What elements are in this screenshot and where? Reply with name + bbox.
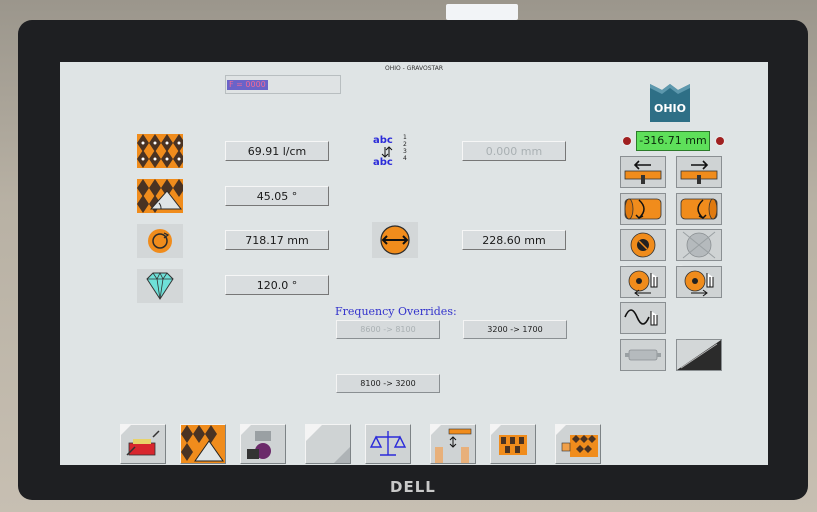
tool-kit-icon[interactable]: [120, 424, 166, 464]
width-field[interactable]: 228.60 mm: [462, 230, 566, 250]
status-indicator-right: [716, 137, 724, 145]
monitor-brand: DELL: [390, 478, 436, 496]
frequency-overrides-label: Frequency Overrides:: [335, 305, 457, 318]
screen-angle-field[interactable]: 45.05 °: [225, 186, 329, 206]
ohio-logo: OHIO: [646, 80, 694, 126]
cells-pattern-icon[interactable]: [490, 424, 536, 464]
svg-text:OHIO: OHIO: [654, 102, 686, 115]
rotate-cylinder-right-icon[interactable]: [676, 193, 722, 225]
pattern-icon[interactable]: [137, 134, 183, 168]
ceiling-lamp: [446, 4, 518, 20]
stylus-ink-icon[interactable]: [240, 424, 286, 464]
freq-override-8100-button[interactable]: 8100 -> 3200: [336, 374, 440, 393]
cylinder-hand-left-icon[interactable]: [620, 266, 666, 298]
angle-pattern-icon[interactable]: [137, 179, 183, 213]
diamond-icon[interactable]: [137, 269, 183, 303]
window-title: OHIO - GRAVOSTAR: [384, 65, 443, 72]
width-arrows-icon[interactable]: [372, 222, 418, 258]
circumference-field[interactable]: 718.17 mm: [225, 230, 329, 250]
cylinder-circumference-icon[interactable]: [137, 224, 183, 258]
freq-override-3200-button[interactable]: 3200 -> 1700: [463, 320, 567, 339]
cylinder-pattern-icon[interactable]: [555, 424, 601, 464]
line-screen-field[interactable]: 69.91 l/cm: [225, 141, 329, 161]
stylus-grey-icon[interactable]: [620, 339, 666, 371]
abc-bottom-label: abc: [373, 157, 393, 168]
stop-cylinder-icon[interactable]: [620, 229, 666, 261]
abc-number: 1: [403, 134, 407, 141]
wave-hand-icon[interactable]: [620, 302, 666, 334]
text-sort-icon[interactable]: abc abc 1 2 3 4: [373, 132, 417, 170]
move-right-icon[interactable]: [676, 156, 722, 188]
stylus-angle-field[interactable]: 120.0 °: [225, 275, 329, 295]
balance-icon[interactable]: [365, 424, 411, 464]
abc-number: 3: [403, 148, 407, 155]
abc-number-list: 1 2 3 4: [403, 134, 407, 162]
pattern-angle-icon[interactable]: [180, 424, 226, 464]
manual-hand-icon[interactable]: [430, 424, 476, 464]
scale-0-100-icon[interactable]: [676, 339, 722, 371]
distance-field[interactable]: 0.000 mm: [462, 141, 566, 161]
abc-number: 4: [403, 155, 407, 162]
position-readout: -316.71 mm: [636, 131, 710, 151]
hmi-screen: OHIO - GRAVOSTAR F = 0000 OHIO 69.91 l/c…: [60, 62, 768, 465]
abc-number: 2: [403, 141, 407, 148]
status-indicator-left: [623, 137, 631, 145]
cylinder-grey-icon[interactable]: [676, 229, 722, 261]
freq-override-8600-button[interactable]: 8600 -> 8100: [336, 320, 440, 339]
blank-icon[interactable]: [305, 424, 351, 464]
move-left-icon[interactable]: [620, 156, 666, 188]
f-display: F = 0000: [227, 80, 268, 90]
abc-top-label: abc: [373, 135, 393, 146]
rotate-cylinder-left-icon[interactable]: [620, 193, 666, 225]
cylinder-hand-right-icon[interactable]: [676, 266, 722, 298]
